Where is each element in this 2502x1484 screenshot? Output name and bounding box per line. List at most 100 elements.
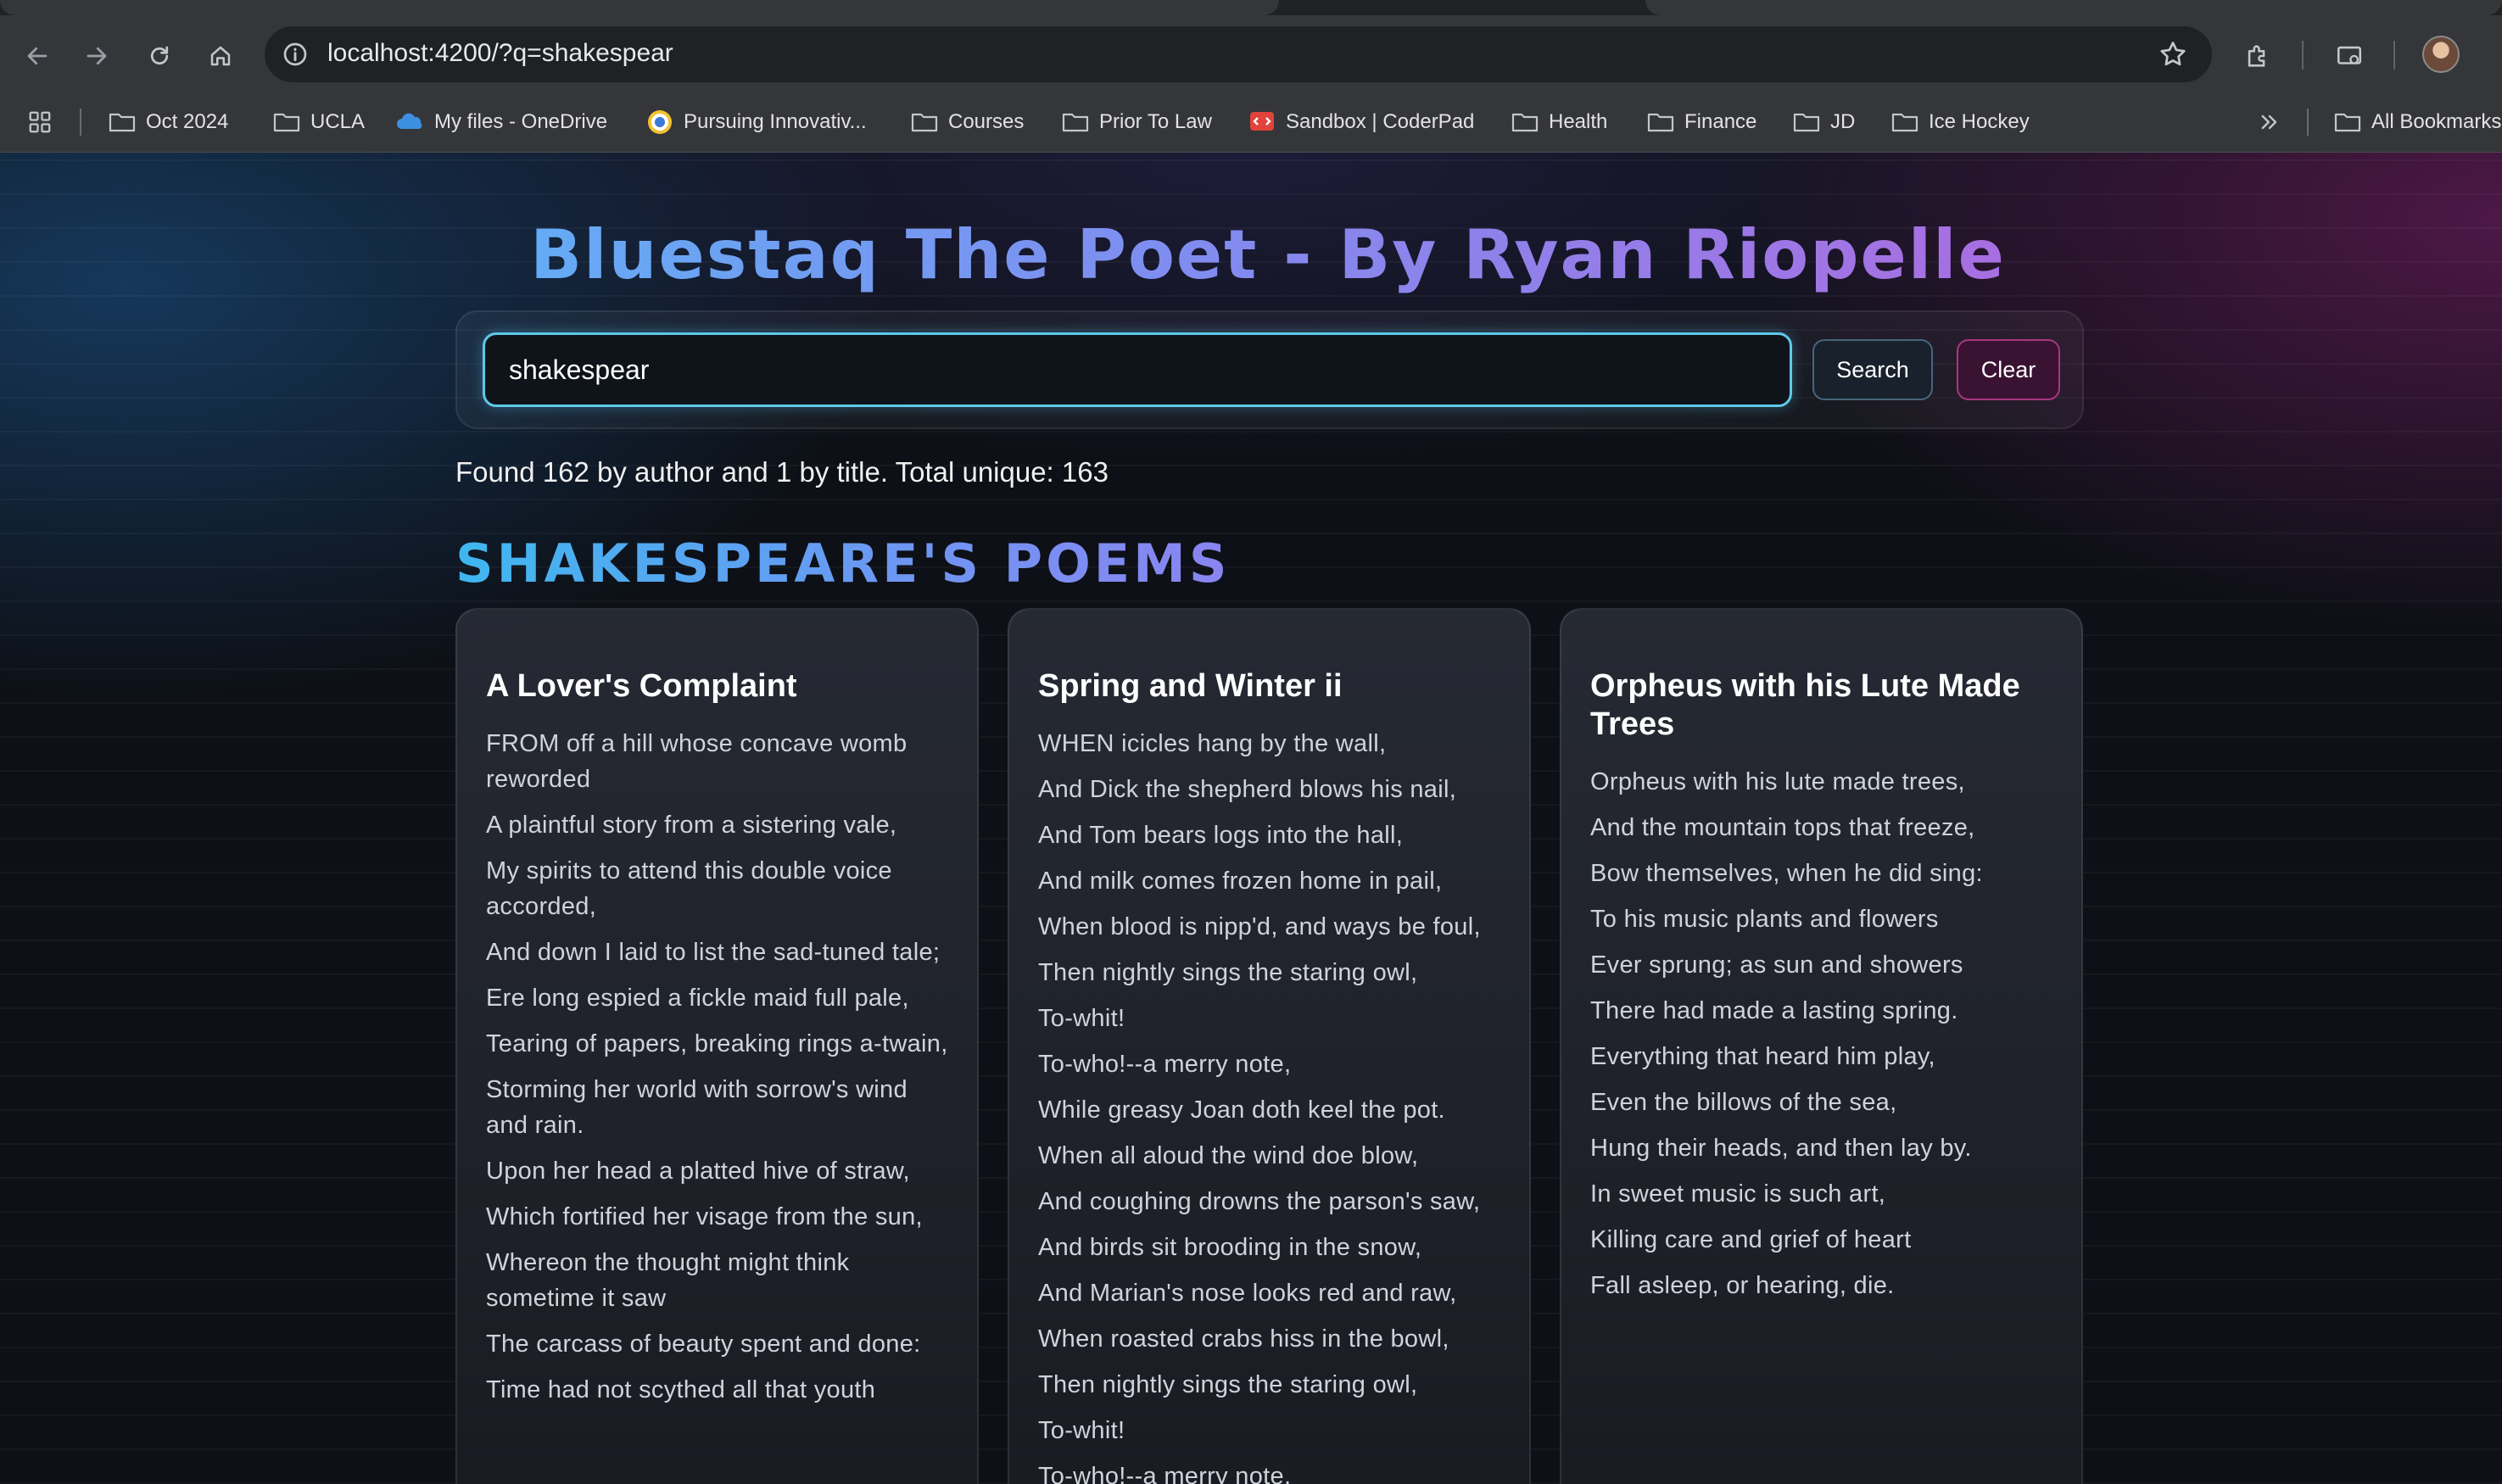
folder-icon [1647, 113, 1674, 132]
poem-line: And the mountain tops that freeze, [1590, 814, 1975, 841]
reload-icon[interactable] [142, 39, 176, 73]
bookmark-label: UCLA [310, 110, 366, 133]
poem-line: A plaintful story from a sistering vale, [486, 812, 897, 839]
search-panel: Search Clear [455, 310, 2084, 429]
home-icon[interactable] [204, 39, 237, 73]
poem-line: When blood is nipp'd, and ways be foul, [1038, 913, 1481, 940]
extensions-icon[interactable] [2241, 39, 2275, 73]
bookmark-label: Sandbox | CoderPad [1286, 110, 1475, 133]
tab-strip [0, 0, 2502, 15]
folder-icon [1062, 113, 1089, 132]
site-favicon-icon [648, 110, 672, 134]
poem-line: In sweet music is such art, [1590, 1180, 1886, 1208]
bookmark-label: Prior To Law [1099, 110, 1212, 133]
poem-line: And birds sit brooding in the snow, [1038, 1234, 1422, 1261]
onedrive-icon [397, 113, 422, 129]
poem-line: When roasted crabs hiss in the bowl, [1038, 1325, 1449, 1353]
poem-card: Spring and Winter ii WHEN icicles hang b… [1008, 608, 1531, 1484]
browser-toolbar: localhost:4200/?q=shakespear [0, 15, 2502, 93]
poem-line: Tearing of papers, breaking rings a-twai… [486, 1030, 948, 1057]
bookmarks-divider [80, 109, 81, 136]
folder-icon [1891, 113, 1918, 132]
bookmark-finance[interactable]: Finance [1647, 103, 1756, 141]
poem-line: And coughing drowns the parson's saw, [1038, 1188, 1481, 1215]
poem-line: FROM off a hill whose concave womb rewor… [486, 730, 908, 793]
poem-line: To-whit! [1038, 1417, 1125, 1444]
site-info-icon[interactable] [282, 41, 309, 68]
url-text[interactable]: localhost:4200/?q=shakespear [327, 39, 673, 68]
all-bookmarks-label: All Bookmarks [2371, 110, 2502, 133]
folder-icon [1511, 113, 1539, 132]
poem-line: Fall asleep, or hearing, die. [1590, 1272, 1895, 1299]
address-bar[interactable]: localhost:4200/?q=shakespear [265, 26, 2212, 82]
bookmark-coderpad[interactable]: Sandbox | CoderPad [1248, 103, 1474, 141]
folder-icon [911, 113, 938, 132]
poem-card-grid: A Lover's Complaint FROM off a hill whos… [455, 608, 2084, 1484]
folder-icon [2334, 113, 2361, 132]
poem-line: While greasy Joan doth keel the pot. [1038, 1096, 1445, 1124]
browser-tab[interactable] [0, 0, 1279, 15]
poem-line: When all aloud the wind doe blow, [1038, 1142, 1419, 1169]
more-bookmarks-chevron-icon[interactable] [2258, 103, 2281, 141]
bookmark-star-icon[interactable] [2158, 39, 2188, 70]
poem-line: WHEN icicles hang by the wall, [1038, 730, 1387, 757]
bookmark-label: Pursuing Innovativ... [684, 110, 867, 133]
poem-line: Time had not scythed all that youth [486, 1376, 876, 1403]
bookmark-label: Ice Hockey [1929, 110, 2030, 133]
poem-line: Upon her head a platted hive of straw, [486, 1158, 910, 1185]
bookmark-label: My files - OneDrive [434, 110, 608, 133]
bookmark-label: Health [1549, 110, 1608, 133]
bookmark-health[interactable]: Health [1511, 103, 1607, 141]
browser-tab[interactable] [1645, 0, 2502, 15]
poem-title: A Lover's Complaint [486, 668, 797, 704]
folder-icon [273, 113, 300, 132]
bookmark-ice-hockey[interactable]: Ice Hockey [1891, 103, 2030, 141]
poem-line: Bow themselves, when he did sing: [1590, 860, 1983, 887]
profile-avatar[interactable] [2422, 36, 2460, 73]
search-button[interactable]: Search [1812, 339, 1933, 400]
bookmark-label: Courses [948, 110, 1025, 133]
poem-line: To-who!--a merry note, [1038, 1463, 1292, 1484]
poem-line: There had made a lasting spring. [1590, 997, 1958, 1024]
poem-line: And Tom bears logs into the hall, [1038, 822, 1404, 849]
poem-line: Whereon the thought might think sometime… [486, 1249, 850, 1312]
toolbar-divider [2393, 41, 2395, 70]
forward-icon[interactable] [80, 39, 114, 73]
poem-title: Spring and Winter ii [1038, 668, 1343, 704]
apps-grid-icon[interactable] [27, 103, 53, 141]
app-title: Bluestaq The Poet - By Ryan Riopelle [0, 215, 2502, 294]
poem-line: Ere long espied a fickle maid full pale, [486, 985, 909, 1012]
poem-line: The carcass of beauty spent and done: [486, 1331, 921, 1358]
poem-lines: WHEN icicles hang by the wall, And Dick t… [1038, 726, 1500, 1484]
back-icon[interactable] [20, 39, 54, 73]
bookmarks-bar: Oct 2024 UCLA My files - OneDrive Pursui… [0, 93, 2502, 153]
poem-line: Even the billows of the sea, [1590, 1089, 1897, 1116]
cast-icon[interactable] [2332, 39, 2366, 73]
poem-line: Storming her world with sorrow's wind an… [486, 1076, 908, 1139]
poem-title: Orpheus with his Lute Made Trees [1590, 668, 2020, 742]
poem-line: Hung their heads, and then lay by. [1590, 1135, 1972, 1162]
section-title: SHAKESPEARE'S POEMS [455, 533, 1231, 594]
coderpad-icon [1250, 112, 1274, 131]
clear-button[interactable]: Clear [1957, 339, 2060, 400]
bookmark-onedrive[interactable]: My files - OneDrive [395, 103, 607, 141]
bookmark-label: Finance [1684, 110, 1757, 133]
folder-icon [109, 113, 136, 132]
poem-line: And Marian's nose looks red and raw, [1038, 1280, 1457, 1307]
poem-line: To-who!--a merry note, [1038, 1051, 1292, 1078]
poem-line: To his music plants and flowers [1590, 906, 1939, 933]
poem-card: A Lover's Complaint FROM off a hill whos… [455, 608, 979, 1484]
poem-line: Then nightly sings the staring owl, [1038, 959, 1418, 986]
poem-line: And milk comes frozen home in pail, [1038, 868, 1443, 895]
all-bookmarks[interactable]: All Bookmarks [2334, 103, 2501, 141]
bookmark-jd[interactable]: JD [1793, 103, 1855, 141]
bookmark-oct-2024[interactable]: Oct 2024 [109, 103, 228, 141]
bookmark-label: JD [1830, 110, 1856, 133]
bookmarks-divider [2307, 109, 2309, 136]
poem-card: Orpheus with his Lute Made Trees Orpheus… [1560, 608, 2083, 1484]
bookmark-pursuing-innovative[interactable]: Pursuing Innovativ... [646, 103, 867, 141]
bookmark-ucla[interactable]: UCLA [273, 103, 365, 141]
search-input[interactable] [483, 332, 1792, 407]
bookmark-prior-to-law[interactable]: Prior To Law [1062, 103, 1212, 141]
bookmark-courses[interactable]: Courses [911, 103, 1024, 141]
